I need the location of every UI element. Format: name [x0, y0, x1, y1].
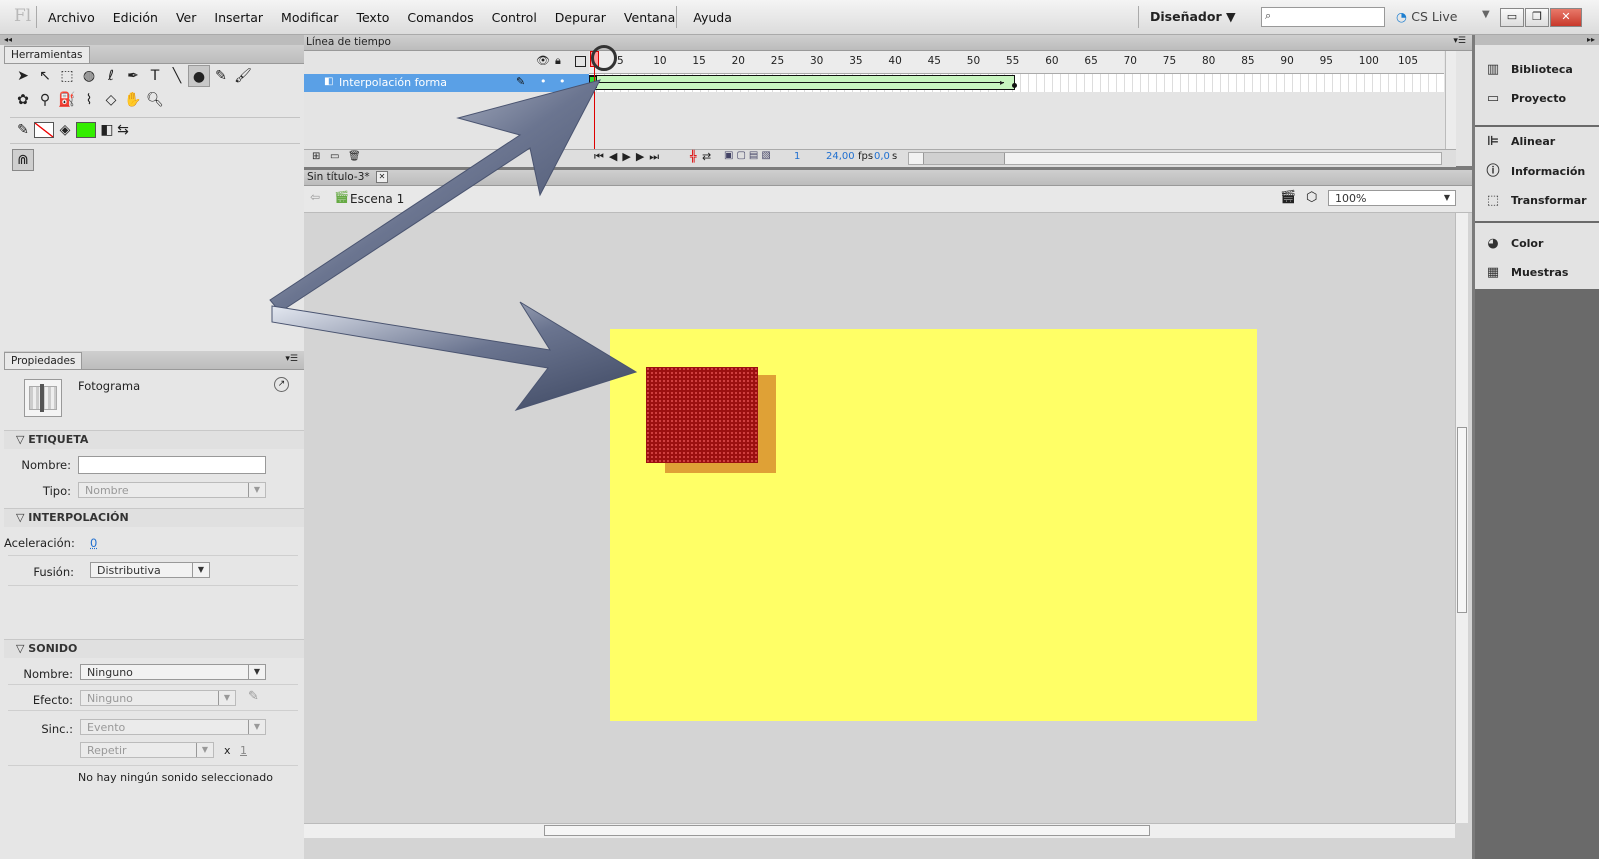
panel-alinear-label: Alinear [1511, 135, 1556, 148]
panel-informacion[interactable]: ⓘ Información [1475, 158, 1599, 186]
panel-proyecto[interactable]: ▭ Proyecto [1475, 85, 1599, 113]
project-icon: ▭ [1486, 91, 1500, 106]
expand-bar[interactable]: ▸▸ [1475, 35, 1599, 45]
swatches-icon: ▦ [1486, 265, 1500, 280]
panel-proyecto-label: Proyecto [1511, 92, 1567, 105]
panel-transformar[interactable]: ⬚ Transformar [1475, 187, 1599, 215]
library-icon: ▥ [1486, 62, 1500, 77]
panel-muestras-label: Muestras [1511, 266, 1569, 279]
panel-color-label: Color [1511, 237, 1544, 250]
annotation-arrows [269, 79, 638, 411]
panel-informacion-label: Información [1511, 165, 1586, 178]
info-icon: ⓘ [1486, 164, 1500, 179]
right-dock: ▸▸ ▥ Biblioteca ▭ Proyecto ⊫ Alinear ⓘ Infor… [1475, 35, 1599, 859]
panel-muestras[interactable]: ▦ Muestras [1475, 259, 1599, 287]
panel-alinear[interactable]: ⊫ Alinear [1475, 128, 1599, 156]
panel-biblioteca[interactable]: ▥ Biblioteca [1475, 56, 1599, 84]
panel-transformar-label: Transformar [1511, 194, 1587, 207]
arrow-to-keyframe [269, 79, 601, 313]
color-icon: ◕ [1487, 236, 1499, 251]
arrow-to-shape [271, 301, 638, 411]
panel-color[interactable]: ◕ Color [1475, 230, 1599, 258]
transform-icon: ⬚ [1486, 193, 1500, 208]
panel-biblioteca-label: Biblioteca [1511, 63, 1573, 76]
align-icon: ⊫ [1487, 134, 1499, 149]
